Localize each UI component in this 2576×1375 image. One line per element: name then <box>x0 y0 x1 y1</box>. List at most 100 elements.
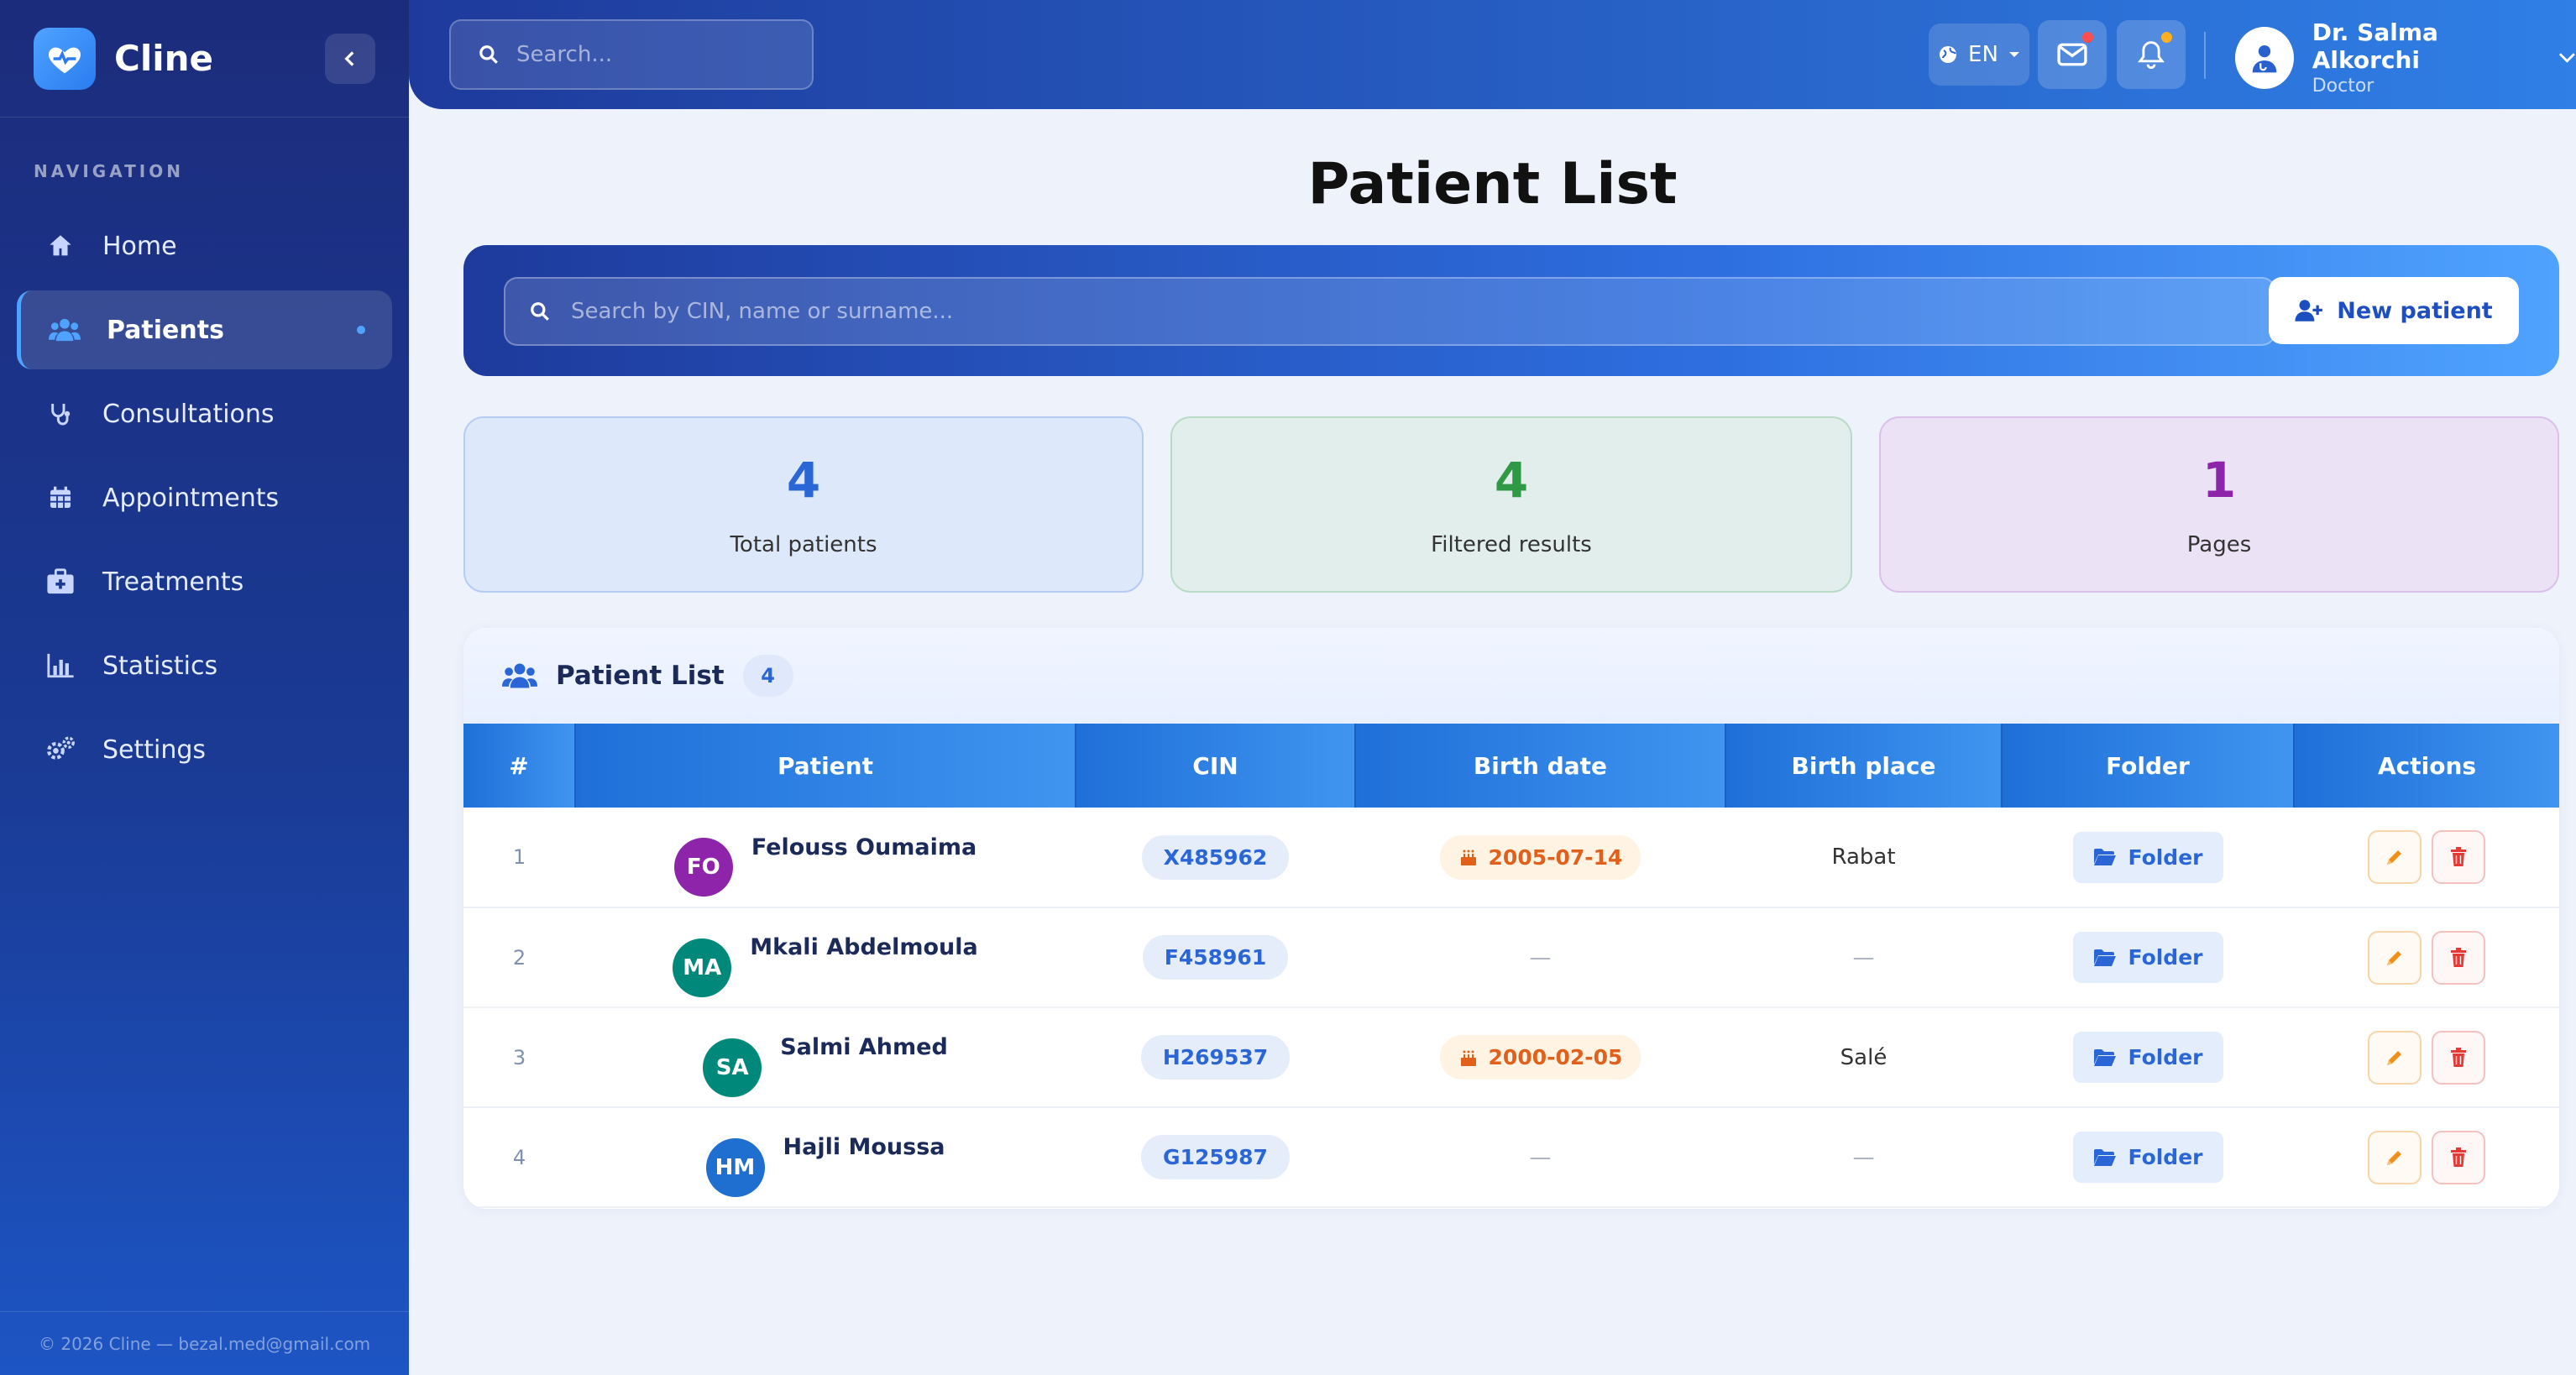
sidebar-item-settings[interactable]: Settings <box>17 710 392 789</box>
doctor-avatar-icon <box>2235 26 2294 89</box>
patient-cell: MA Mkali Abdelmoula <box>575 907 1076 1008</box>
chevron-down-icon <box>2559 52 2576 63</box>
brand-name: Cline <box>114 38 214 79</box>
folder-label: Folder <box>2128 1145 2203 1169</box>
stat-label: Pages <box>2186 532 2252 557</box>
calendar-icon <box>44 481 77 515</box>
notifications-button[interactable] <box>2117 20 2186 89</box>
column-header-number[interactable]: # <box>463 724 576 808</box>
birth-date: 2005-07-14 <box>1488 844 1623 870</box>
user-plus-icon <box>2295 300 2323 322</box>
global-search-input[interactable]: Search... <box>449 19 814 90</box>
new-patient-button[interactable]: New patient <box>2269 277 2519 344</box>
bar-chart-icon <box>44 649 77 682</box>
language-label: EN <box>1968 42 1998 67</box>
trash-icon <box>2451 1147 2466 1167</box>
patient-table: # Patient CIN Birth date Birth place Fol… <box>463 724 2559 1208</box>
patient-name[interactable]: Mkali Abdelmoula <box>750 934 977 960</box>
home-icon <box>44 229 77 263</box>
folder-label: Folder <box>2128 844 2203 870</box>
brand: Cline <box>0 0 409 118</box>
sidebar-item-treatments[interactable]: Treatments <box>17 542 392 621</box>
chevron-left-icon <box>344 50 354 66</box>
delete-button[interactable] <box>2432 830 2485 884</box>
trash-icon <box>2451 847 2466 866</box>
birth-date: 2000-02-05 <box>1488 1045 1623 1069</box>
users-icon <box>48 313 81 347</box>
sidebar-item-label: Settings <box>102 735 207 765</box>
folder-button[interactable]: Folder <box>2072 1032 2223 1083</box>
cin-badge: G125987 <box>1141 1135 1290 1179</box>
sidebar-item-statistics[interactable]: Statistics <box>17 626 392 705</box>
pencil-icon <box>2387 950 2401 965</box>
column-header-birth-place[interactable]: Birth place <box>1725 724 2003 808</box>
sidebar-item-label: Treatments <box>102 567 244 597</box>
table-row[interactable]: 1 FO Felouss Oumaima X485962 2005-07-14 … <box>463 808 2559 908</box>
sidebar-item-label: Home <box>102 231 177 261</box>
stat-card-total-patients: 4 Total patients <box>463 416 1144 593</box>
stethoscope-icon <box>44 397 77 431</box>
folder-cell: Folder <box>2002 907 2294 1008</box>
birth-date-badge: 2000-02-05 <box>1439 1035 1641 1080</box>
sidebar-item-consultations[interactable]: Consultations <box>17 374 392 453</box>
folder-label: Folder <box>2128 945 2203 970</box>
notification-dot <box>2161 32 2172 43</box>
table-row[interactable]: 3 SA Salmi Ahmed H269537 2000-02-05 Salé… <box>463 1007 2559 1108</box>
birth-date-badge: 2005-07-14 <box>1439 834 1641 880</box>
sidebar-item-label: Patients <box>107 315 224 345</box>
sidebar-item-appointments[interactable]: Appointments <box>17 458 392 537</box>
sidebar-item-home[interactable]: Home <box>17 207 392 285</box>
column-header-patient[interactable]: Patient <box>575 724 1076 808</box>
actions-cell <box>2294 907 2559 1008</box>
bell-icon <box>2138 41 2165 69</box>
folder-button[interactable]: Folder <box>2072 1132 2223 1183</box>
folder-cell: Folder <box>2002 1007 2294 1108</box>
edit-button[interactable] <box>2368 1130 2422 1184</box>
language-selector[interactable]: EN <box>1929 24 2029 86</box>
delete-button[interactable] <box>2432 1030 2485 1085</box>
trash-icon <box>2451 1047 2466 1067</box>
stat-card-pages: 1 Pages <box>1879 416 2559 593</box>
delete-button[interactable] <box>2432 1130 2485 1184</box>
patient-name[interactable]: Hajli Moussa <box>783 1134 945 1160</box>
patient-name[interactable]: Felouss Oumaima <box>751 834 976 860</box>
cin-cell: X485962 <box>1076 808 1355 908</box>
patient-name[interactable]: Salmi Ahmed <box>780 1034 948 1060</box>
table-row[interactable]: 4 HM Hajli Moussa G125987 — — Folder <box>463 1107 2559 1208</box>
birthday-cake-icon <box>1460 850 1476 865</box>
folder-label: Folder <box>2128 1045 2203 1069</box>
nav-heading: NAVIGATION <box>34 161 184 181</box>
messages-button[interactable] <box>2038 20 2107 89</box>
user-menu[interactable]: Dr. Salma Alkorchi Doctor <box>2235 18 2576 97</box>
edit-button[interactable] <box>2368 830 2422 884</box>
table-row[interactable]: 2 MA Mkali Abdelmoula F458961 — — Folder <box>463 907 2559 1008</box>
stat-label: Total patients <box>730 532 877 557</box>
global-search-placeholder: Search... <box>516 42 613 67</box>
sidebar-item-label: Appointments <box>102 483 280 513</box>
row-number: 3 <box>463 1007 575 1108</box>
birth-date-cell: 2005-07-14 <box>1355 808 1725 908</box>
edit-button[interactable] <box>2368 1030 2422 1085</box>
folder-button[interactable]: Folder <box>2072 831 2223 883</box>
folder-button[interactable]: Folder <box>2072 932 2223 983</box>
birth-place: — <box>1725 1107 2002 1208</box>
topbar: Search... EN Dr. Salma Alkorchi Doctor <box>409 0 2576 109</box>
edit-button[interactable] <box>2368 930 2422 985</box>
cin-cell: F458961 <box>1076 907 1355 1008</box>
patient-search-input[interactable]: Search by CIN, name or surname... <box>504 277 2275 346</box>
sidebar-item-patients[interactable]: Patients <box>17 290 392 369</box>
column-header-folder[interactable]: Folder <box>2002 724 2295 808</box>
cin-badge: X485962 <box>1141 834 1290 880</box>
column-header-birth-date[interactable]: Birth date <box>1355 724 1726 808</box>
pencil-icon <box>2387 850 2401 865</box>
delete-button[interactable] <box>2432 930 2485 985</box>
row-number: 4 <box>463 1107 575 1208</box>
users-icon <box>502 663 537 688</box>
folder-open-icon <box>2093 1048 2116 1066</box>
patient-cell: FO Felouss Oumaima <box>575 808 1076 908</box>
column-header-cin[interactable]: CIN <box>1076 724 1356 808</box>
sidebar-item-label: Statistics <box>102 651 218 681</box>
stat-value: 4 <box>1494 452 1529 509</box>
collapse-sidebar-button[interactable] <box>325 33 375 84</box>
cin-badge: H269537 <box>1140 1035 1291 1080</box>
